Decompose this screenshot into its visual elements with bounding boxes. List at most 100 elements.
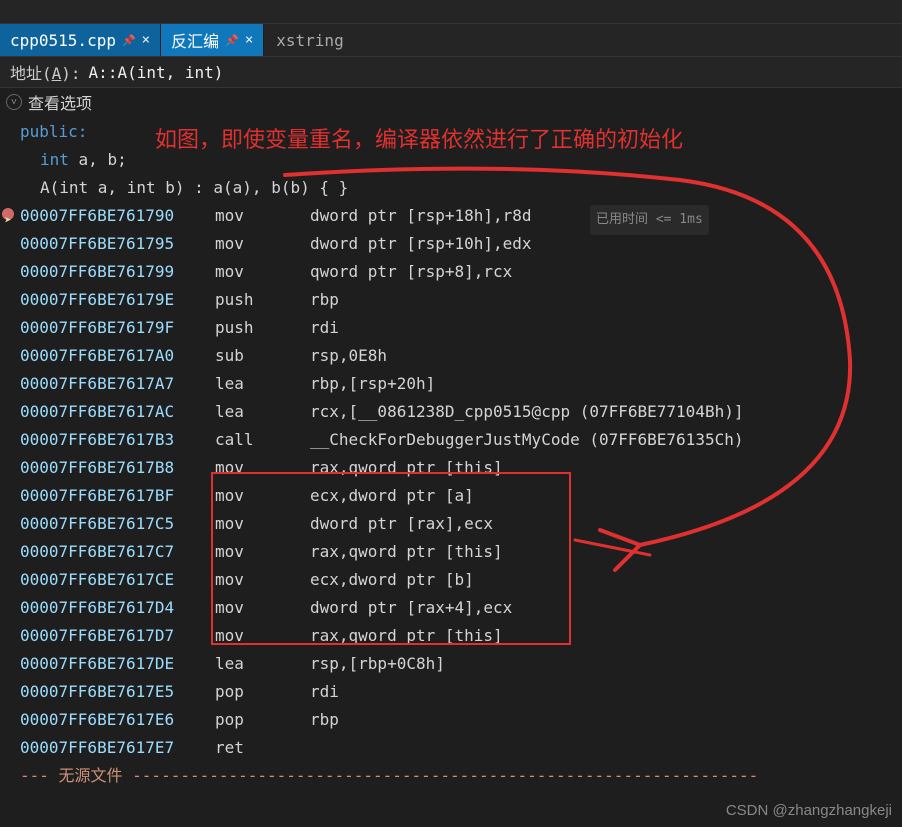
source-line: int a, b; — [20, 146, 902, 174]
tab-disassembly[interactable]: 反汇编 📌 × — [161, 24, 264, 56]
asm-address: 00007FF6BE7617A7 — [20, 370, 215, 398]
asm-line: 00007FF6BE7617CEmovecx,dword ptr [b] — [20, 566, 902, 594]
asm-mnemonic: mov — [215, 538, 310, 566]
asm-operands: ecx,dword ptr [a] — [310, 482, 474, 510]
asm-line: 00007FF6BE7617AClearcx,[__0861238D_cpp05… — [20, 398, 902, 426]
asm-mnemonic: call — [215, 426, 310, 454]
asm-mnemonic: pop — [215, 706, 310, 734]
asm-address: 00007FF6BE7617E6 — [20, 706, 215, 734]
asm-operands: rdi — [310, 314, 339, 342]
asm-line: 00007FF6BE7617C5movdword ptr [rax],ecx — [20, 510, 902, 538]
address-value[interactable]: A::A(int, int) — [89, 63, 224, 82]
asm-mnemonic: lea — [215, 398, 310, 426]
asm-mnemonic: mov — [215, 622, 310, 650]
asm-line: 00007FF6BE7617C7movrax,qword ptr [this] — [20, 538, 902, 566]
watermark: CSDN @zhangzhangkeji — [726, 802, 892, 819]
view-options-label[interactable]: 查看选项 — [28, 90, 92, 114]
close-icon[interactable]: × — [142, 32, 150, 48]
chevron-down-icon[interactable]: ˅ — [6, 94, 22, 110]
toolbar-spacer — [0, 0, 902, 24]
asm-address: 00007FF6BE7617B8 — [20, 454, 215, 482]
asm-line: 00007FF6BE76179Epushrbp — [20, 286, 902, 314]
options-row: ˅ 查看选项 — [0, 88, 902, 116]
asm-operands: rax,qword ptr [this] — [310, 622, 503, 650]
asm-line: 00007FF6BE7617A7learbp,[rsp+20h] — [20, 370, 902, 398]
source-line: A(int a, int b) : a(a), b(b) { } — [20, 174, 902, 202]
close-icon[interactable]: × — [245, 32, 253, 48]
asm-operands: rbp,[rsp+20h] — [310, 370, 435, 398]
asm-operands: qword ptr [rsp+8],rcx — [310, 258, 512, 286]
asm-mnemonic: ret — [215, 734, 310, 762]
asm-operands: rbp — [310, 286, 339, 314]
asm-operands: __CheckForDebuggerJustMyCode (07FF6BE761… — [310, 426, 743, 454]
asm-operands: rax,qword ptr [this] — [310, 454, 503, 482]
asm-address: 00007FF6BE761795 — [20, 230, 215, 258]
asm-mnemonic: mov — [215, 258, 310, 286]
asm-mnemonic: pop — [215, 678, 310, 706]
tab-bar: cpp0515.cpp 📌 × 反汇编 📌 × xstring — [0, 24, 902, 56]
pin-icon[interactable]: 📌 — [225, 34, 239, 47]
asm-operands: dword ptr [rsp+10h],edx — [310, 230, 532, 258]
asm-mnemonic: mov — [215, 454, 310, 482]
asm-address: 00007FF6BE7617AC — [20, 398, 215, 426]
asm-operands: rcx,[__0861238D_cpp0515@cpp (07FF6BE7710… — [310, 398, 743, 426]
asm-mnemonic: mov — [215, 202, 310, 230]
asm-line: 00007FF6BE7617E5poprdi — [20, 678, 902, 706]
tab-cpp0515[interactable]: cpp0515.cpp 📌 × — [0, 24, 161, 56]
asm-operands: dword ptr [rax],ecx — [310, 510, 493, 538]
asm-mnemonic: mov — [215, 594, 310, 622]
tab-label: cpp0515.cpp — [10, 31, 116, 50]
asm-mnemonic: lea — [215, 370, 310, 398]
asm-line: 00007FF6BE7617B3call__CheckForDebuggerJu… — [20, 426, 902, 454]
disassembly-block: ➤ 已用时间 <= 1ms 00007FF6BE761790movdword p… — [20, 202, 902, 762]
source-line: public: — [20, 118, 902, 146]
asm-line: 00007FF6BE761795movdword ptr [rsp+10h],e… — [20, 230, 902, 258]
asm-address: 00007FF6BE7617E7 — [20, 734, 215, 762]
asm-address: 00007FF6BE7617D7 — [20, 622, 215, 650]
asm-line: 00007FF6BE7617BFmovecx,dword ptr [a] — [20, 482, 902, 510]
asm-operands: rbp — [310, 706, 339, 734]
asm-operands: rsp,0E8h — [310, 342, 387, 370]
asm-line: 00007FF6BE7617DElearsp,[rbp+0C8h] — [20, 650, 902, 678]
asm-address: 00007FF6BE7617CE — [20, 566, 215, 594]
tab-xstring[interactable]: xstring — [264, 24, 355, 56]
asm-address: 00007FF6BE761799 — [20, 258, 215, 286]
asm-operands: dword ptr [rax+4],ecx — [310, 594, 512, 622]
asm-mnemonic: mov — [215, 482, 310, 510]
asm-line: 00007FF6BE761799movqword ptr [rsp+8],rcx — [20, 258, 902, 286]
asm-mnemonic: mov — [215, 566, 310, 594]
asm-operands: dword ptr [rsp+18h],r8d — [310, 202, 532, 230]
asm-address: 00007FF6BE7617DE — [20, 650, 215, 678]
asm-address: 00007FF6BE7617D4 — [20, 594, 215, 622]
asm-address: 00007FF6BE76179E — [20, 286, 215, 314]
asm-line: 00007FF6BE7617D4movdword ptr [rax+4],ecx — [20, 594, 902, 622]
asm-line: 00007FF6BE76179Fpushrdi — [20, 314, 902, 342]
asm-line: 00007FF6BE7617B8movrax,qword ptr [this] — [20, 454, 902, 482]
pin-icon[interactable]: 📌 — [122, 34, 136, 47]
current-line-arrow-icon: ➤ — [4, 206, 11, 234]
breakpoint-gutter: ➤ — [2, 208, 14, 234]
asm-operands: rax,qword ptr [this] — [310, 538, 503, 566]
asm-address: 00007FF6BE7617A0 — [20, 342, 215, 370]
code-area: public: int a, b; A(int a, int b) : a(a)… — [0, 116, 902, 762]
asm-line: 00007FF6BE7617E7ret — [20, 734, 902, 762]
asm-line: 00007FF6BE7617D7movrax,qword ptr [this] — [20, 622, 902, 650]
no-source-footer: --- 无源文件 -------------------------------… — [0, 762, 902, 786]
asm-address: 00007FF6BE7617E5 — [20, 678, 215, 706]
asm-address: 00007FF6BE7617C5 — [20, 510, 215, 538]
asm-address: 00007FF6BE761790 — [20, 202, 215, 230]
timing-badge: 已用时间 <= 1ms — [590, 205, 709, 235]
asm-operands: rsp,[rbp+0C8h] — [310, 650, 445, 678]
asm-mnemonic: sub — [215, 342, 310, 370]
asm-mnemonic: mov — [215, 230, 310, 258]
asm-address: 00007FF6BE76179F — [20, 314, 215, 342]
asm-mnemonic: push — [215, 314, 310, 342]
address-bar: 地址(A): A::A(int, int) — [0, 56, 902, 88]
asm-mnemonic: push — [215, 286, 310, 314]
asm-operands: ecx,dword ptr [b] — [310, 566, 474, 594]
asm-mnemonic: lea — [215, 650, 310, 678]
asm-line: 00007FF6BE7617A0subrsp,0E8h — [20, 342, 902, 370]
address-label: 地址(A): — [10, 60, 81, 84]
tab-label: xstring — [276, 31, 343, 50]
asm-address: 00007FF6BE7617B3 — [20, 426, 215, 454]
